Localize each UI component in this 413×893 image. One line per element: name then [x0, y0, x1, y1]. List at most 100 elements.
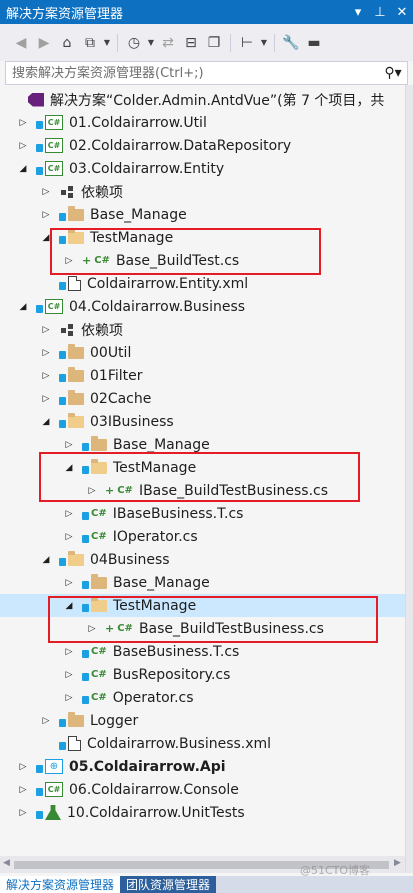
csharp-project-icon: C# — [45, 138, 63, 153]
expand-arrow-icon[interactable]: ▷ — [16, 111, 30, 134]
collapse-arrow-icon[interactable]: ◢ — [39, 548, 53, 571]
expand-arrow-icon[interactable]: ▷ — [62, 249, 76, 272]
tree-item[interactable]: ◢ TestManage — [0, 226, 405, 249]
scroll-left-icon[interactable]: ◀ — [3, 858, 10, 868]
expand-arrow-icon[interactable]: ▷ — [39, 364, 53, 387]
csharp-file-icon: C# — [91, 508, 107, 519]
tree-item[interactable]: ▷ + C# Base_BuildTest.cs — [0, 249, 405, 272]
expand-arrow-icon[interactable]: ▷ — [85, 617, 99, 640]
expand-arrow-icon[interactable]: ▷ — [39, 709, 53, 732]
tree-item[interactable]: ▷ C# BaseBusiness.T.cs — [0, 640, 405, 663]
search-input[interactable] — [6, 63, 379, 83]
expand-arrow-icon[interactable]: ▷ — [16, 755, 30, 778]
csharp-file-icon: C# — [117, 623, 133, 634]
expand-arrow-icon[interactable]: ▷ — [39, 203, 53, 226]
sync-with-document-icon[interactable]: ⇄ — [157, 31, 179, 55]
tree-item-icon: + C# — [105, 483, 133, 499]
collapse-arrow-icon[interactable]: ◢ — [16, 157, 30, 180]
collapse-all-icon[interactable]: ⊟ — [180, 31, 202, 55]
tree-item[interactable]: ◢ TestManage — [0, 594, 405, 617]
tree-item[interactable]: ▷ C# IOperator.cs — [0, 525, 405, 548]
xml-file-icon — [68, 276, 81, 291]
window-position-dropdown-icon[interactable]: ▾ — [347, 5, 369, 20]
tree-item-icon: C# — [36, 138, 63, 154]
tree-item[interactable]: ▷ Base_Manage — [0, 571, 405, 594]
tree-item[interactable]: ▷ 10.Coldairarrow.UnitTests — [0, 801, 405, 824]
forward-icon[interactable]: ▶ — [33, 31, 55, 55]
tree-item[interactable]: ▷ 00Util — [0, 341, 405, 364]
switch-views-icon[interactable]: ⧉ — [79, 31, 101, 55]
expand-arrow-icon[interactable]: ▷ — [16, 801, 30, 824]
expand-arrow-icon[interactable]: ▷ — [62, 571, 76, 594]
tree-item[interactable]: ▷ ⊕ 05.Coldairarrow.Api — [0, 755, 405, 778]
tree-item[interactable]: ▷ 依赖项 — [0, 180, 405, 203]
lock-icon — [82, 603, 89, 612]
switch-views-dropdown-icon[interactable]: ▼ — [102, 38, 112, 47]
tree-item[interactable]: ◢ C# 04.Coldairarrow.Business — [0, 295, 405, 318]
scroll-right-icon[interactable]: ▶ — [394, 858, 401, 868]
tree-item[interactable]: ▷ 02Cache — [0, 387, 405, 410]
tree-item-label: Base_BuildTestBusiness.cs — [138, 620, 324, 637]
tree-item[interactable]: Coldairarrow.Business.xml — [0, 732, 405, 755]
expand-arrow-icon[interactable]: ▷ — [62, 525, 76, 548]
tree-item[interactable]: ▷ Base_Manage — [0, 433, 405, 456]
tree-item[interactable]: ▷ 01Filter — [0, 364, 405, 387]
collapse-arrow-icon[interactable]: ◢ — [39, 410, 53, 433]
lock-icon — [82, 442, 89, 451]
tab-team-explorer[interactable]: 团队资源管理器 — [120, 876, 217, 893]
pin-icon[interactable]: ⊥ — [369, 5, 391, 20]
expand-arrow-icon[interactable]: ▷ — [62, 663, 76, 686]
tree-item[interactable]: ▷ C# Operator.cs — [0, 686, 405, 709]
show-all-files-icon[interactable]: ❐ — [203, 31, 225, 55]
expand-arrow-icon[interactable]: ▷ — [62, 502, 76, 525]
collapse-arrow-icon[interactable]: ◢ — [62, 456, 76, 479]
home-icon[interactable]: ⌂ — [56, 31, 78, 55]
tree-item[interactable]: ▷ 依赖项 — [0, 318, 405, 341]
solution-explorer-toolbar: ◀ ▶ ⌂ ⧉ ▼ ◷ ▼ ⇄ ⊟ ❐ ⊢ ▼ 🔧 ▬ — [0, 24, 413, 61]
tree-item[interactable]: ▷ C# BusRepository.cs — [0, 663, 405, 686]
expand-arrow-icon[interactable]: ▷ — [39, 180, 53, 203]
tree-item[interactable]: ▷ C# IBaseBusiness.T.cs — [0, 502, 405, 525]
expand-arrow-icon[interactable]: ▷ — [16, 134, 30, 157]
expand-arrow-icon[interactable]: ▷ — [62, 686, 76, 709]
properties-wrench-icon[interactable]: 🔧 — [280, 31, 302, 55]
pending-changes-filter-icon[interactable]: ◷ — [123, 31, 145, 55]
expand-arrow-icon[interactable]: ▷ — [62, 640, 76, 663]
search-icon[interactable]: ⚲▾ — [379, 65, 407, 81]
tree-item[interactable]: ◢ C# 03.Coldairarrow.Entity — [0, 157, 405, 180]
expand-arrow-icon[interactable]: ▷ — [39, 387, 53, 410]
class-view-icon[interactable]: ⊢ — [236, 31, 258, 55]
tree-item[interactable]: 解决方案“Colder.Admin.AntdVue”(第 7 个项目，共 — [0, 88, 405, 111]
expand-arrow-icon[interactable]: ▷ — [16, 778, 30, 801]
lock-icon — [59, 741, 66, 750]
expand-arrow-icon[interactable]: ▷ — [62, 433, 76, 456]
tree-item[interactable]: ▷ Logger — [0, 709, 405, 732]
tree-item[interactable]: ▷ C# 01.Coldairarrow.Util — [0, 111, 405, 134]
preview-selected-items-icon[interactable]: ▬ — [303, 31, 325, 55]
tree-item[interactable]: ▷ C# 06.Coldairarrow.Console — [0, 778, 405, 801]
tree-item[interactable]: ◢ 03IBusiness — [0, 410, 405, 433]
filter-dropdown-icon[interactable]: ▼ — [146, 38, 156, 47]
tree-item[interactable]: ◢ TestManage — [0, 456, 405, 479]
tree-item[interactable]: ▷ C# 02.Coldairarrow.DataRepository — [0, 134, 405, 157]
tree-item[interactable]: Coldairarrow.Entity.xml — [0, 272, 405, 295]
tree-item[interactable]: ▷ + C# Base_BuildTestBusiness.cs — [0, 617, 405, 640]
tab-solution-explorer[interactable]: 解决方案资源管理器 — [0, 876, 121, 893]
class-view-dropdown-icon[interactable]: ▼ — [259, 38, 269, 47]
collapse-arrow-icon[interactable]: ◢ — [39, 226, 53, 249]
collapse-arrow-icon[interactable]: ◢ — [16, 295, 30, 318]
tree-item[interactable]: ▷ + C# IBase_BuildTestBusiness.cs — [0, 479, 405, 502]
expand-arrow-icon[interactable]: ▷ — [85, 479, 99, 502]
search-box[interactable]: ⚲▾ — [5, 61, 408, 85]
expand-arrow-icon[interactable]: ▷ — [39, 341, 53, 364]
tree-item[interactable]: ◢ 04Business — [0, 548, 405, 571]
back-icon[interactable]: ◀ — [10, 31, 32, 55]
tree-item-icon — [59, 389, 84, 407]
side-panel-edge — [405, 85, 413, 873]
collapse-arrow-icon[interactable]: ◢ — [62, 594, 76, 617]
lock-icon — [82, 534, 89, 543]
expand-arrow-icon[interactable]: ▷ — [39, 318, 53, 341]
close-icon[interactable]: ✕ — [391, 5, 413, 20]
tree-item[interactable]: ▷ Base_Manage — [0, 203, 405, 226]
